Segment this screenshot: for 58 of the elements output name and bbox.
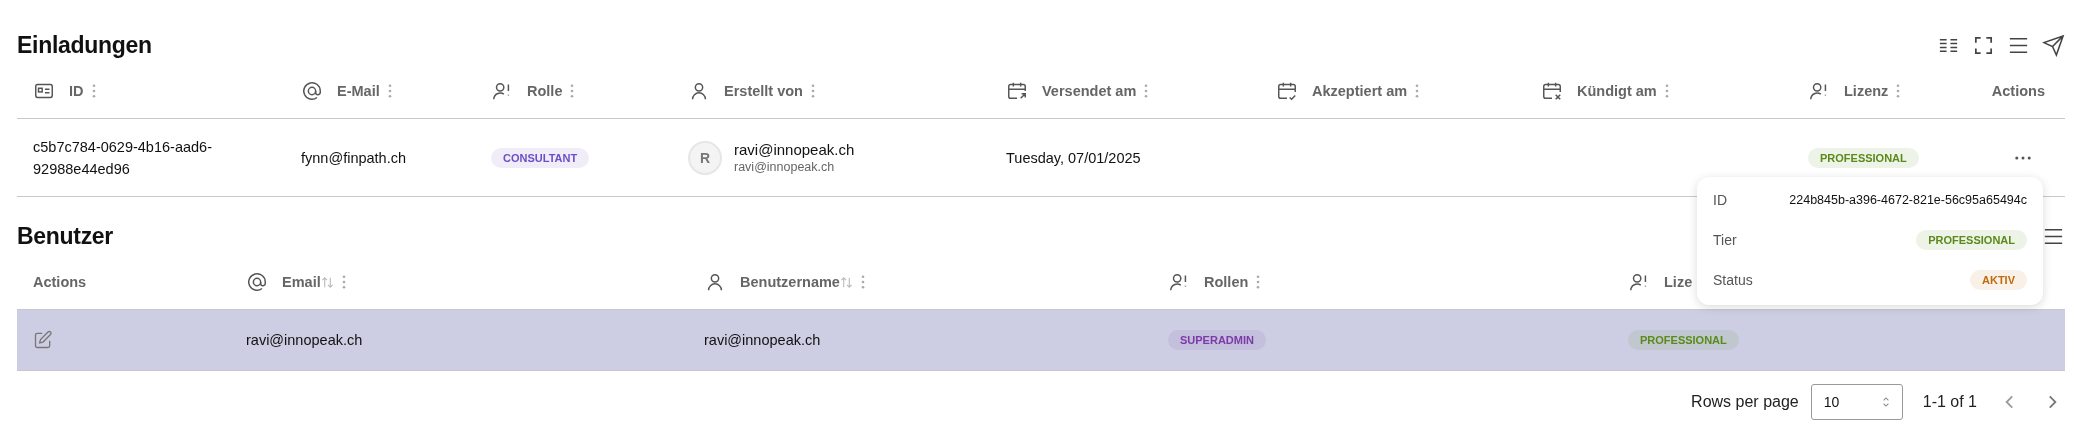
at-sign-icon	[301, 80, 323, 102]
at-sign-icon	[246, 271, 268, 293]
column-menu-icon[interactable]	[91, 84, 96, 98]
section-title: Einladungen	[17, 31, 152, 59]
column-menu-icon[interactable]	[387, 84, 392, 98]
column-header[interactable]: Email	[282, 274, 321, 290]
send-icon[interactable]	[2042, 33, 2065, 57]
column-header[interactable]: Lize	[1664, 274, 1693, 290]
table-cell: fynn@finpath.ch	[301, 149, 406, 166]
page-range: 1-1 of 1	[1922, 393, 1977, 411]
column-menu-icon[interactable]	[1256, 275, 1261, 289]
column-menu-icon[interactable]	[1896, 84, 1901, 98]
column-header[interactable]: Actions	[1991, 83, 2045, 99]
table-cell: ravi@innopeak.ch	[704, 332, 821, 348]
section-title: Benutzer	[17, 222, 113, 250]
column-header[interactable]: Rollen	[1204, 274, 1249, 290]
status-tag: PROFESSIONAL	[1808, 147, 1919, 168]
table-cell: Tuesday, 07/01/2025	[1006, 149, 1141, 166]
column-header[interactable]: Benutzername	[740, 274, 840, 290]
calendar-check-icon	[1276, 80, 1298, 102]
column-header[interactable]: Akzeptiert am	[1312, 83, 1408, 99]
detail-label: Status	[1713, 272, 1753, 288]
column-header[interactable]: Rolle	[527, 83, 563, 99]
detail-label: Tier	[1713, 232, 1737, 248]
table-row[interactable]: ravi@innopeak.ch ravi@innopeak.ch SUPERADMIN PROFESSIONAL	[17, 310, 2065, 371]
edit-icon[interactable]	[33, 330, 53, 350]
rows-per-page-label: Rows per page	[1691, 393, 1799, 411]
column-header[interactable]: Versendet am	[1042, 83, 1137, 99]
column-header[interactable]: E-Mail	[337, 83, 380, 99]
status-tag: PROFESSIONAL	[1916, 230, 2027, 250]
column-menu-icon[interactable]	[1144, 84, 1149, 98]
column-header[interactable]: Erstellt von	[724, 83, 803, 99]
user-email: ravi@innopeak.ch	[734, 160, 836, 174]
more-icon[interactable]	[2015, 155, 2031, 160]
column-menu-icon[interactable]	[1415, 84, 1420, 98]
column-header[interactable]: Actions	[33, 274, 87, 290]
status-tag: CONSULTANT	[491, 147, 590, 168]
column-header[interactable]: Kündigt am	[1577, 83, 1657, 99]
column-menu-icon[interactable]	[570, 84, 575, 98]
column-menu-icon[interactable]	[810, 84, 815, 98]
table-cell-text: c5b7c784-0629-4b16-aad6-92988e44ed96	[33, 137, 213, 179]
column-menu-icon[interactable]	[341, 275, 346, 289]
status-tag: PROFESSIONAL	[1628, 330, 1739, 350]
chevron-updown-icon	[1881, 396, 1890, 408]
column-header[interactable]: ID	[69, 83, 84, 99]
column-menu-icon[interactable]	[1664, 84, 1669, 98]
column-header[interactable]: Lizenz	[1844, 83, 1889, 99]
calendar-x-icon	[1541, 80, 1563, 102]
rows-per-page-select[interactable]: 10	[1810, 384, 1903, 420]
table-cell: ravi@innopeak.ch	[246, 332, 363, 348]
avatar: R	[688, 140, 722, 175]
sort-icon[interactable]	[320, 275, 334, 289]
column-menu-icon[interactable]	[860, 275, 865, 289]
status-tag: SUPERADMIN	[1168, 330, 1266, 350]
user-name: ravi@innopeak.ch	[734, 141, 855, 158]
status-tag: AKTIV	[1970, 270, 2027, 290]
sort-icon[interactable]	[839, 275, 853, 289]
calendar-arrow-icon	[1006, 80, 1028, 102]
